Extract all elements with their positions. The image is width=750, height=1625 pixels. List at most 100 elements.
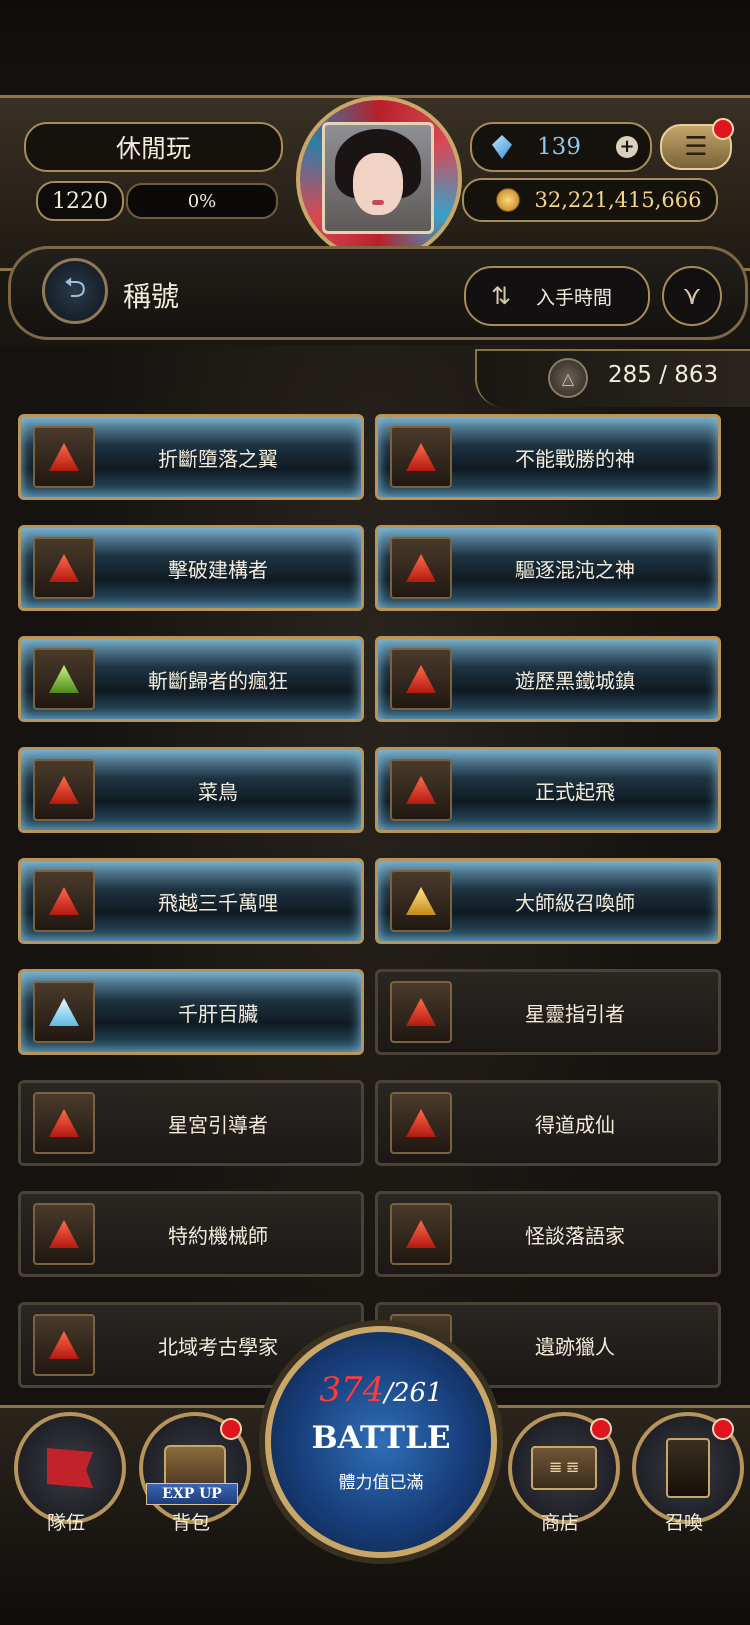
summon-label: 召喚 <box>664 1512 703 1534</box>
title-item[interactable]: 星宮引導者 <box>18 1080 364 1166</box>
triangle-icon <box>49 554 79 582</box>
coin-icon <box>496 188 520 212</box>
shop-label: 商店 <box>540 1512 579 1534</box>
triangle-icon <box>406 1220 436 1248</box>
stamina-max: /261 <box>384 1378 443 1408</box>
title-count-icon: △ <box>548 358 588 398</box>
team-label: 隊伍 <box>46 1512 85 1534</box>
triangle-icon <box>406 554 436 582</box>
triangle-icon <box>49 998 79 1026</box>
title-item-label: 正式起飛 <box>535 779 615 804</box>
sort-order-icon: ⇅ <box>490 282 512 310</box>
title-item[interactable]: 菜鳥 <box>18 747 364 833</box>
title-item-label: 星宮引導者 <box>168 1112 268 1137</box>
avatar-portrait <box>322 122 434 234</box>
title-item-label: 不能戰勝的神 <box>515 446 635 471</box>
title-item-label: 怪談落語家 <box>525 1223 625 1248</box>
title-item-label: 折斷墮落之翼 <box>158 446 278 471</box>
title-emblem-icon <box>33 981 95 1043</box>
title-item-label: 驅逐混沌之神 <box>515 557 635 582</box>
title-item-label: 星靈指引者 <box>525 1001 625 1026</box>
triangle-icon <box>406 665 436 693</box>
title-emblem-icon <box>33 1314 95 1376</box>
stamina-current: 374 <box>319 1370 385 1410</box>
menu-icon: ☰ <box>684 132 708 162</box>
summon-notification-dot <box>712 1418 734 1440</box>
triangle-icon <box>49 776 79 804</box>
title-item[interactable]: 特約機械師 <box>18 1191 364 1277</box>
title-item[interactable]: 折斷墮落之翼 <box>18 414 364 500</box>
title-item[interactable]: 驅逐混沌之神 <box>375 525 721 611</box>
player-name[interactable]: 休閒玩 <box>24 122 283 172</box>
title-emblem-icon <box>33 759 95 821</box>
filter-button[interactable]: ⋎ <box>662 266 722 326</box>
title-item[interactable]: 千肝百臟 <box>18 969 364 1055</box>
title-emblem-icon <box>33 1092 95 1154</box>
page-title: 稱號 <box>123 280 180 313</box>
shop-sign-icon: 𝌆 𝌉 <box>531 1446 597 1490</box>
title-emblem-icon <box>33 1203 95 1265</box>
title-item[interactable]: 遊歷黑鐵城鎮 <box>375 636 721 722</box>
gold-value: 32,221,415,666 <box>534 188 702 212</box>
title-emblem-icon <box>390 870 452 932</box>
triangle-icon <box>406 887 436 915</box>
triangle-icon <box>49 1331 79 1359</box>
gold-counter: 32,221,415,666 <box>462 178 718 222</box>
menu-notification-dot <box>712 118 734 140</box>
flag-icon <box>47 1448 93 1488</box>
title-emblem-icon <box>390 426 452 488</box>
exp-bar: 0% <box>126 183 278 219</box>
title-item-label: 菜鳥 <box>198 779 238 804</box>
title-item[interactable]: 星靈指引者 <box>375 969 721 1055</box>
title-item[interactable]: 擊破建構者 <box>18 525 364 611</box>
triangle-icon <box>49 887 79 915</box>
title-emblem-icon <box>33 537 95 599</box>
title-emblem-icon <box>33 426 95 488</box>
triangle-icon <box>49 1109 79 1137</box>
title-item[interactable]: 得道成仙 <box>375 1080 721 1166</box>
sort-label: 入手時間 <box>535 286 612 309</box>
triangle-icon <box>406 1109 436 1137</box>
bag-label: 背包 <box>171 1512 210 1534</box>
header: 休閒玩 1220 0% 139 + ☰ 32,221,415,666 ⮌ 稱號 … <box>0 0 750 345</box>
title-item[interactable]: 怪談落語家 <box>375 1191 721 1277</box>
battle-label: BATTLE <box>311 1420 451 1456</box>
battle-button[interactable]: 374/261 BATTLE 體力值已滿 <box>265 1326 497 1558</box>
back-icon: ⮌ <box>63 271 87 304</box>
title-item-label: 得道成仙 <box>535 1112 615 1137</box>
shop-notification-dot <box>590 1418 612 1440</box>
title-item[interactable]: 斬斷歸者的瘋狂 <box>18 636 364 722</box>
title-emblem-icon <box>390 648 452 710</box>
title-item[interactable]: 正式起飛 <box>375 747 721 833</box>
back-button[interactable]: ⮌ <box>42 258 108 324</box>
title-emblem-icon <box>390 537 452 599</box>
title-item[interactable]: 不能戰勝的神 <box>375 414 721 500</box>
gem-icon <box>492 135 512 159</box>
triangle-icon <box>49 665 79 693</box>
triangle-icon <box>49 1220 79 1248</box>
triangle-icon <box>406 776 436 804</box>
filter-icon: ⋎ <box>682 281 702 311</box>
avatar[interactable] <box>296 96 462 262</box>
title-item-label: 千肝百臟 <box>178 1001 258 1026</box>
triangle-icon <box>406 998 436 1026</box>
stamina-status: 體力值已滿 <box>338 1473 424 1493</box>
title-item-label: 遊歷黑鐵城鎮 <box>515 668 635 693</box>
title-emblem-icon <box>390 759 452 821</box>
add-gems-button[interactable]: + <box>616 136 638 158</box>
title-item-label: 擊破建構者 <box>168 557 268 582</box>
title-item-label: 特約機械師 <box>168 1223 268 1248</box>
title-item-label: 飛越三千萬哩 <box>158 890 278 915</box>
triangle-icon <box>406 443 436 471</box>
title-item[interactable]: 大師級召喚師 <box>375 858 721 944</box>
title-emblem-icon <box>33 870 95 932</box>
title-item-label: 大師級召喚師 <box>515 890 635 915</box>
title-emblem-icon <box>390 1092 452 1154</box>
stamina-display: 374/261 <box>271 1370 491 1410</box>
title-item-label: 遺跡獵人 <box>535 1334 615 1359</box>
sort-button[interactable]: ⇅ 入手時間 <box>464 266 650 326</box>
title-emblem-icon <box>33 648 95 710</box>
triangle-icon <box>49 443 79 471</box>
title-emblem-icon <box>390 1203 452 1265</box>
title-item[interactable]: 飛越三千萬哩 <box>18 858 364 944</box>
